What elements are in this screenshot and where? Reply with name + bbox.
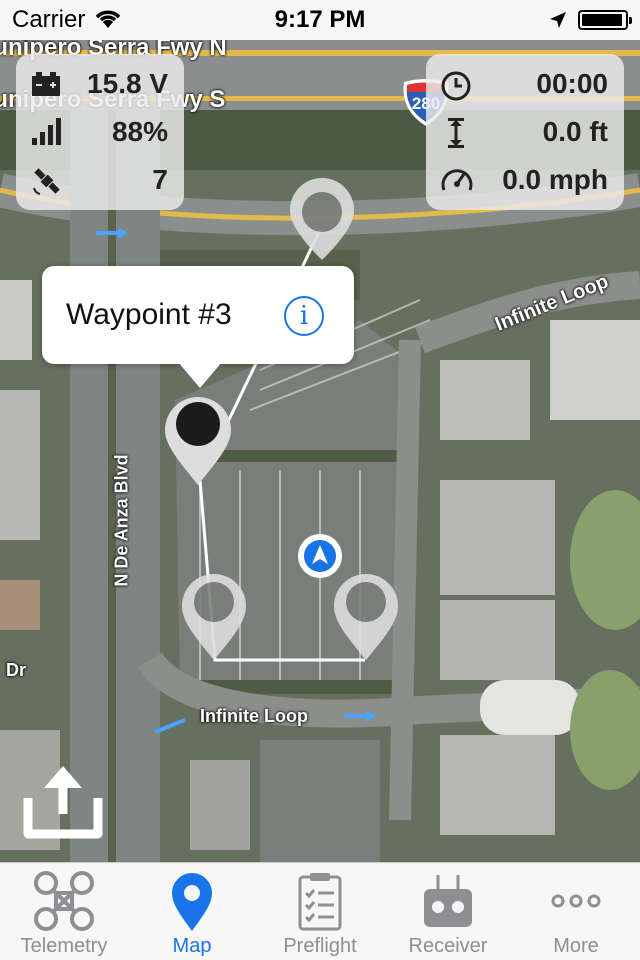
tab-bar: Telemetry Map Preflight Receiver More	[0, 862, 640, 960]
map-view[interactable]: Junipero Serra Fwy N Junipero Serra Fwy …	[0, 40, 640, 862]
road-label-de-anza: N De Anza Blvd	[111, 454, 132, 587]
map-pin-icon	[172, 873, 212, 931]
carrier-label: Carrier	[12, 6, 86, 33]
tab-telemetry[interactable]: Telemetry	[0, 863, 128, 960]
battery-fill	[582, 14, 622, 26]
tab-label-telemetry: Telemetry	[20, 935, 108, 957]
upload-icon	[23, 766, 103, 839]
quadcopter-icon	[34, 871, 94, 931]
signal-strength-value: 88%	[111, 116, 168, 147]
drone-location-marker	[298, 534, 342, 578]
callout-title: Waypoint #3	[66, 298, 232, 331]
tab-more[interactable]: More	[512, 863, 640, 960]
wifi-icon	[96, 10, 121, 28]
battery-icon	[578, 10, 632, 30]
satellite-count-value: 7	[152, 164, 168, 195]
altitude-icon	[448, 118, 464, 148]
more-dots-icon	[551, 894, 601, 908]
radio-controller-icon	[424, 875, 472, 927]
telemetry-panel-left: 15.8 V 88% 7	[16, 54, 184, 210]
waypoint-callout[interactable]: Waypoint #3 i	[42, 266, 354, 388]
tab-label-map: Map	[172, 935, 212, 957]
battery-voltage-value: 15.8 V	[87, 68, 168, 99]
tab-receiver[interactable]: Receiver	[384, 863, 512, 960]
telemetry-panel-right: 00:00 0.0 ft 0.0 mph	[426, 54, 624, 210]
speed-value: 0.0 mph	[502, 164, 608, 195]
status-bar: Carrier 9:17 PM	[0, 0, 640, 40]
tab-label-more: More	[553, 935, 599, 957]
altitude-value: 0.0 ft	[542, 116, 608, 147]
tab-label-receiver: Receiver	[408, 935, 488, 957]
tab-label-preflight: Preflight	[283, 935, 357, 957]
clock-icon	[441, 71, 471, 101]
tab-map[interactable]: Map	[128, 863, 256, 960]
speedometer-icon	[441, 169, 473, 191]
clipboard-checklist-icon	[298, 873, 342, 931]
satellite-icon	[33, 168, 60, 195]
status-carrier-group: Carrier	[0, 6, 123, 34]
road-label-infinite-loop-bottom: Infinite Loop	[200, 706, 308, 726]
flight-time-value: 00:00	[536, 68, 608, 99]
location-arrow-icon	[550, 12, 566, 28]
tab-preflight[interactable]: Preflight	[256, 863, 384, 960]
upload-button[interactable]	[22, 758, 104, 840]
road-label-dr: Dr	[6, 660, 27, 680]
info-icon[interactable]: i	[284, 296, 324, 336]
signal-strength-icon	[32, 118, 61, 145]
battery-voltage-icon	[32, 72, 60, 96]
